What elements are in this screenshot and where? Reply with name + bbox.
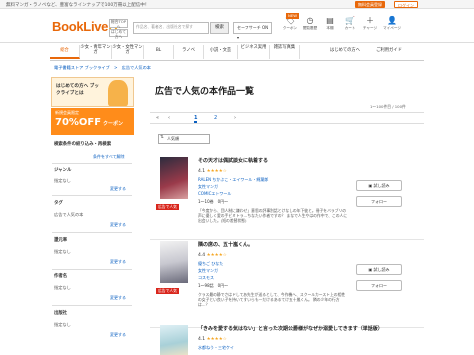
author-heading: 作者名 [54, 274, 68, 279]
sort-select[interactable]: 人気順 [158, 134, 210, 144]
ad-popular-badge: 広告で人気 [156, 288, 179, 294]
follow-button[interactable]: フォロー [356, 280, 402, 291]
author-link[interactable]: RALEN ちかぶこ・エイワール・綿葉郎 [198, 177, 268, 183]
register-button[interactable]: 無料会員登録 [355, 1, 385, 8]
genre-link[interactable]: 女性マンガ [198, 184, 218, 190]
breadcrumb[interactable]: 電子書籍ストア ブックライブ > 広告で人気の本 [54, 65, 151, 71]
prev-page-icon[interactable]: « [156, 115, 159, 121]
follow-button[interactable]: フォロー [356, 196, 402, 207]
coupon-banner[interactable]: 新規会員限定 70%OFF クーポン [51, 108, 134, 135]
list-item: 広告で人気 その天才は偶試談女に執着する 4.1 ★★★★☆ RALEN ちかぶ… [150, 152, 424, 240]
nav-item-all[interactable]: 総合 [50, 45, 80, 59]
genre-value: 指定なし [54, 178, 71, 183]
genre-change-link[interactable]: 変更する [110, 186, 126, 192]
campaign-value: 指定なし [54, 249, 71, 254]
next-icon[interactable]: › [234, 115, 236, 121]
rating-value: 4.4 [198, 253, 206, 258]
star-rating-icon: ★★★★☆ [206, 337, 227, 342]
author-link[interactable]: 水都ねう・三宅ケイ [198, 345, 234, 351]
volumes-price: 1〜98話 0円〜 [198, 283, 229, 288]
booklive-logo[interactable]: BookLive [52, 19, 118, 34]
home-top-button[interactable]: 総合TOPへ [109, 19, 128, 28]
rating-value: 4.1 [198, 169, 206, 174]
tag-value: 広告で人気の本 [54, 212, 84, 217]
author-value: 指定なし [54, 285, 71, 290]
search-input[interactable]: 作品名、著者名、出版社名で探す [133, 22, 209, 34]
tag-heading: タグ [54, 201, 63, 206]
nav-item-literature[interactable]: 小説・文芸 [204, 45, 238, 59]
divider [52, 269, 132, 270]
page-2[interactable]: 2 [214, 115, 217, 121]
prev-icon[interactable]: ‹ [168, 115, 170, 121]
ad-popular-badge: 広告で人気 [156, 204, 179, 210]
safe-search-toggle[interactable]: セーフサーチ ON ▾ [233, 22, 272, 40]
author-change-link[interactable]: 変更する [110, 295, 126, 301]
tagline: 無料マンガ・ラノベなど、豊富なラインナップで100万冊以上配信中！ [6, 3, 150, 8]
beginner-button[interactable]: はじめて方へ [109, 29, 128, 38]
tag-change-link[interactable]: 変更する [110, 222, 126, 228]
rating-value: 4.1 [198, 337, 206, 342]
login-button[interactable]: ログイン [394, 1, 418, 8]
user-icon: 👤 [387, 16, 397, 25]
publisher-link[interactable]: COMICエトワール [198, 191, 231, 197]
star-rating-icon: ★★★★☆ [206, 253, 227, 258]
mascot-icon [108, 80, 128, 106]
star-rating-icon: ★★★★☆ [206, 169, 227, 174]
publisher-change-link[interactable]: 変更する [110, 332, 126, 338]
book-cover[interactable] [160, 157, 188, 199]
publisher-heading: 出版社 [54, 311, 68, 316]
book-title[interactable]: 隣の席の、五十嵐くん。 [198, 241, 253, 248]
publisher-value: 指定なし [54, 322, 71, 327]
book-description: クラス最の静でさはドしてあ先生が送るとして、今作機へ、スクールカースト上の相性の… [198, 292, 346, 307]
genre-heading: ジャンル [54, 168, 72, 173]
main-nav: 総合 少女・青年マンガ 少女・女性マンガ BL ラノベ 小説・文芸 ビジネス実用… [50, 43, 424, 61]
pagination: « ‹ 1 2 › [150, 112, 424, 124]
publisher-link[interactable]: コスモス [198, 275, 214, 281]
campaign-heading: 還元率 [54, 238, 68, 243]
page-title: 広告で人気の本作品一覧 [155, 87, 255, 97]
list-item: 広告で人気 隣の席の、五十嵐くん。 4.4 ★★★★☆ 優ちご ひなた 女性マン… [150, 240, 424, 328]
page-1[interactable]: 1 [194, 115, 198, 123]
clear-filters-link[interactable]: 条件をすべて解除 [93, 154, 125, 160]
divider [52, 163, 132, 164]
nav-item-lightnovel[interactable]: ラノベ [174, 45, 204, 59]
book-description: 「今度から、団人制に嫌わせ」意思の評事別話とけなしの年下彼と。冊子をバラブリの声… [198, 208, 348, 223]
search-button[interactable]: 検索 [210, 22, 229, 34]
book-cover[interactable] [160, 325, 188, 355]
divider [52, 232, 132, 233]
sort-icon: ⇅ [160, 135, 164, 140]
nav-item-shojo[interactable]: 少女・女性マンガ [112, 45, 144, 59]
top-bar: 無料マンガ・ラノベなど、豊富なラインナップで100万冊以上配信中！ 無料会員登録… [0, 0, 474, 9]
genre-link[interactable]: 女性マンガ [198, 268, 218, 274]
nav-guide-link[interactable]: ご利用ガイド [368, 45, 410, 59]
book-title[interactable]: その天才は偶試談女に執着する [198, 157, 268, 164]
trial-read-button[interactable]: ▣ 試し読み [356, 180, 402, 191]
beginner-banner[interactable]: はじめての方へ ブックライブとは [51, 77, 134, 107]
volumes-price: 1〜10巻 0円〜 [198, 199, 229, 204]
campaign-change-link[interactable]: 変更する [110, 259, 126, 265]
result-count: 1〜100件目 / 100件 [370, 104, 406, 109]
nav-beginner-link[interactable]: はじめての方へ [324, 45, 366, 59]
nav-item-bl[interactable]: BL [144, 45, 174, 59]
nav-item-shonen[interactable]: 少女・青年マンガ [80, 45, 112, 59]
list-item: 「きみを愛する気はない」と言った次期公爵様がなぜか溺愛してきます（単話版） 4.… [150, 320, 424, 355]
nav-item-magazine[interactable]: 雑誌写真集 [270, 45, 300, 59]
nav-item-business[interactable]: ビジネス実用 [238, 45, 270, 59]
book-cover[interactable] [160, 241, 188, 283]
mypage-button[interactable]: 👤 マイページ [378, 16, 406, 31]
filter-title: 検索条件の絞り込み・再検索 [54, 142, 112, 147]
trial-read-button[interactable]: ▣ 試し読み [356, 264, 402, 275]
book-title[interactable]: 「きみを愛する気はない」と言った次期公爵様がなぜか溺愛してきます（単話版） [198, 325, 383, 332]
author-link[interactable]: 優ちご ひなた [198, 261, 223, 267]
divider [52, 305, 132, 306]
divider [52, 195, 132, 196]
